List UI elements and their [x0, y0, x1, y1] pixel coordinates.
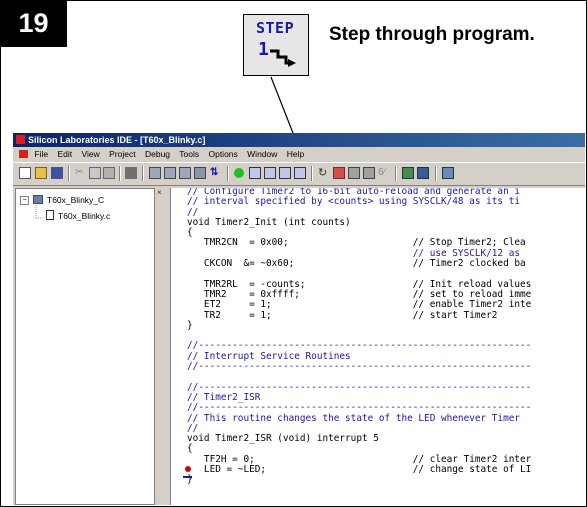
- go-run-icon[interactable]: [234, 168, 244, 178]
- step-out-icon[interactable]: [279, 167, 291, 179]
- toolbar-separator: [142, 166, 144, 181]
- ide-window: Silicon Laboratories IDE - [T60x_Blinky.…: [13, 133, 585, 505]
- copy-icon[interactable]: [89, 167, 101, 179]
- code-line[interactable]: }: [187, 320, 531, 331]
- toolbar-separator: [435, 166, 437, 181]
- toolbar-separator: [119, 166, 121, 181]
- editor-gutter[interactable]: [171, 188, 183, 505]
- watch-icon[interactable]: 6∕: [378, 167, 390, 179]
- build-all-icon[interactable]: [179, 167, 191, 179]
- pane-splitter[interactable]: ×: [156, 188, 166, 505]
- doc-menu-icon[interactable]: [19, 150, 28, 158]
- code-line[interactable]: CKCON &= ~0x60; // Timer2 clocked ba: [187, 258, 531, 269]
- breakpoints-list-icon[interactable]: [348, 167, 360, 179]
- connect-icon[interactable]: ⇅: [210, 167, 222, 179]
- window-title: Silicon Laboratories IDE - [T60x_Blinky.…: [28, 135, 206, 145]
- cut-icon[interactable]: ✂: [75, 167, 87, 179]
- step-over-icon[interactable]: [264, 167, 276, 179]
- open-folder-icon[interactable]: [35, 167, 47, 179]
- menu-options[interactable]: Options: [208, 149, 237, 159]
- code-line[interactable]: TR2 = 1; // start Timer2: [187, 310, 531, 321]
- window-icon[interactable]: [442, 167, 454, 179]
- breakpoint-icon[interactable]: [333, 167, 345, 179]
- memory-icon[interactable]: [402, 167, 414, 179]
- app-icon: [16, 135, 25, 144]
- code-line[interactable]: //--------------------------------------…: [187, 402, 531, 413]
- menu-help[interactable]: Help: [287, 149, 304, 159]
- toolbar-separator: [311, 166, 313, 181]
- menu-bar: File Edit View Project Debug Tools Optio…: [13, 147, 585, 162]
- menu-debug[interactable]: Debug: [145, 149, 170, 159]
- code-text[interactable]: // Configure Timer2 to 16-bit auto-reloa…: [187, 188, 531, 486]
- code-line[interactable]: // interval specified by <counts> using …: [187, 196, 531, 207]
- paste-icon[interactable]: [103, 167, 115, 179]
- remove-breakpoints-icon[interactable]: [363, 167, 375, 179]
- menu-view[interactable]: View: [81, 149, 99, 159]
- new-file-icon[interactable]: [19, 167, 31, 179]
- toolbar: ✂ ⇅ ↻ 6∕: [13, 162, 585, 186]
- rebuild-icon[interactable]: [164, 167, 176, 179]
- step-button-icon: STEP 1: [243, 14, 309, 76]
- reset-icon[interactable]: ↻: [318, 167, 330, 179]
- code-line[interactable]: void Timer2_ISR (void) interrupt 5: [187, 433, 531, 444]
- menu-edit[interactable]: Edit: [57, 149, 72, 159]
- program-counter-marker-icon: [183, 476, 192, 478]
- code-line[interactable]: // This routine changes the state of the…: [187, 413, 531, 424]
- step-heading: Step through program.: [329, 24, 535, 45]
- run-to-cursor-icon[interactable]: [294, 167, 306, 179]
- menu-file[interactable]: File: [34, 149, 48, 159]
- registers-icon[interactable]: [417, 167, 429, 179]
- menu-tools[interactable]: Tools: [179, 149, 199, 159]
- code-line[interactable]: }: [187, 475, 531, 486]
- breakpoint-marker-icon[interactable]: [185, 466, 191, 472]
- toolbar-separator: [227, 166, 229, 181]
- step-arrow-icon: [270, 49, 296, 67]
- code-line[interactable]: void Timer2_Init (int counts): [187, 217, 531, 228]
- menu-project[interactable]: Project: [109, 149, 135, 159]
- build-icon[interactable]: [149, 167, 161, 179]
- toolbar-separator: [68, 166, 70, 181]
- project-tree-pane: − T60x_Blinky_C T60x_Blinky.c: [15, 188, 155, 505]
- step-icon[interactable]: [249, 167, 261, 179]
- menu-window[interactable]: Window: [247, 149, 277, 159]
- code-line[interactable]: LED = ~LED; // change state of LI: [187, 464, 531, 475]
- print-icon[interactable]: [125, 167, 137, 179]
- code-line[interactable]: //--------------------------------------…: [187, 361, 531, 372]
- ide-titlebar: Silicon Laboratories IDE - [T60x_Blinky.…: [13, 133, 585, 147]
- save-icon[interactable]: [51, 167, 63, 179]
- download-icon[interactable]: [194, 167, 206, 179]
- pane-close-icon[interactable]: ×: [157, 188, 162, 197]
- step-number: 19: [0, 0, 67, 47]
- toolbar-separator: [395, 166, 397, 181]
- tree-lines: [35, 205, 44, 219]
- code-editor[interactable]: // Configure Timer2 to 16-bit auto-reloa…: [170, 188, 585, 505]
